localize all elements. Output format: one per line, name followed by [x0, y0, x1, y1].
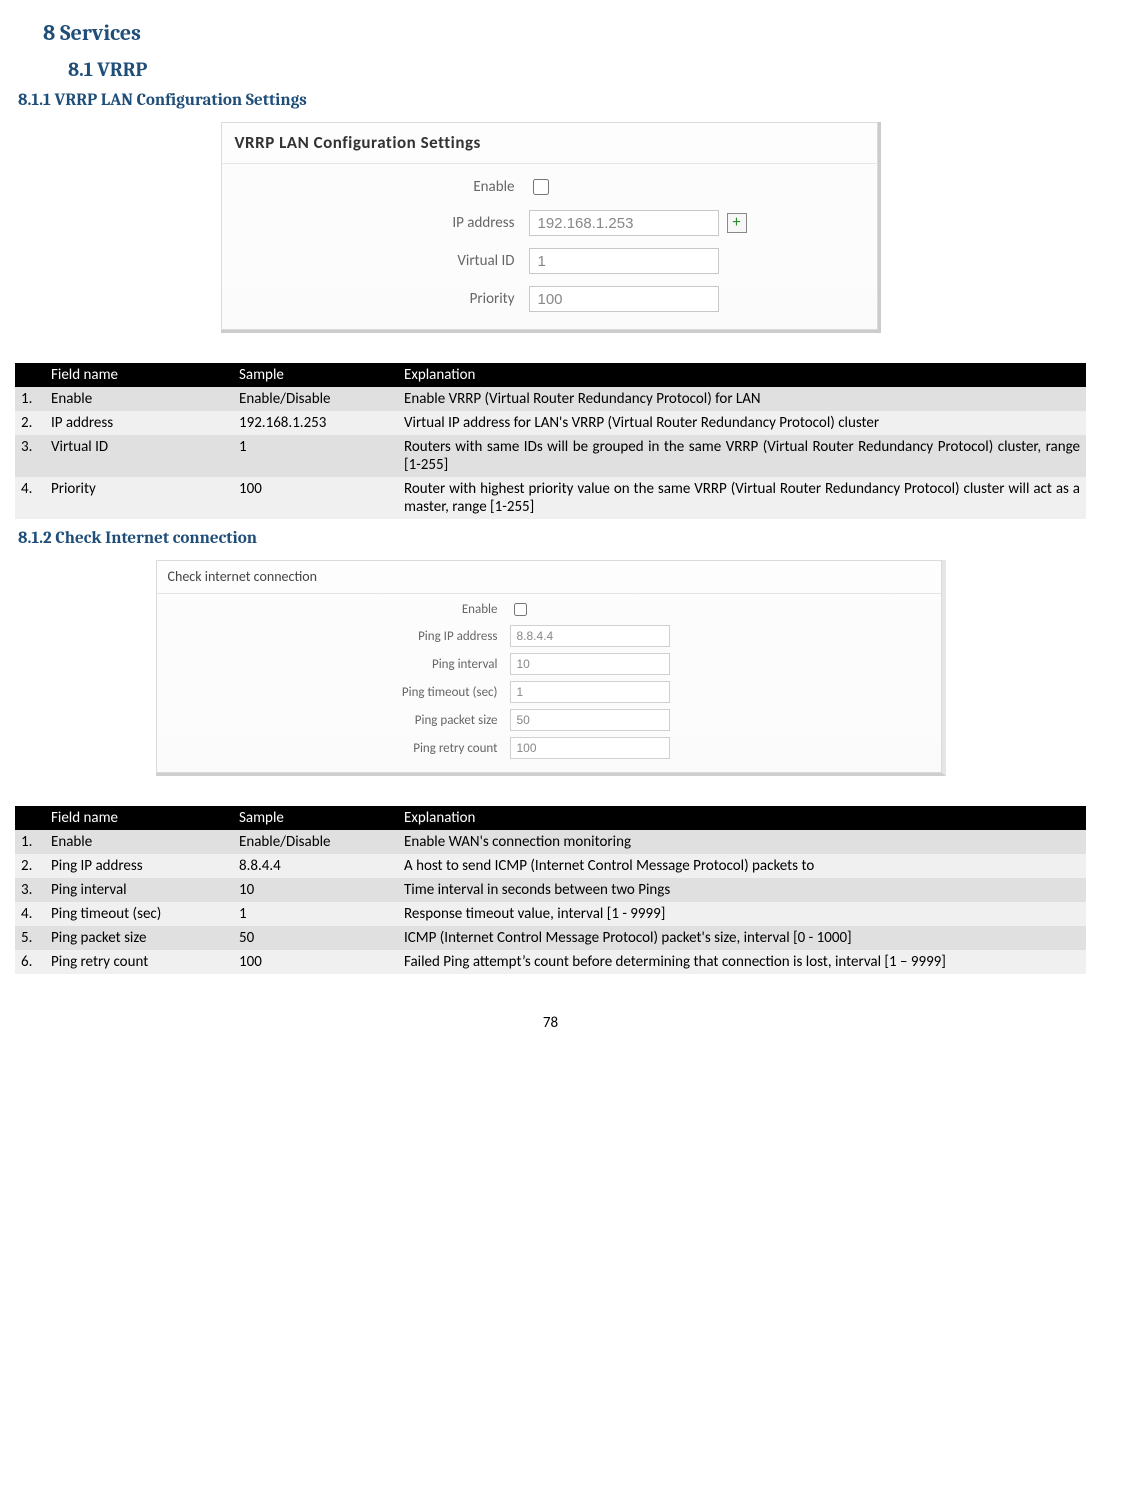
table-cell: 100: [233, 950, 398, 974]
table-cell: Enable/Disable: [233, 830, 398, 854]
table-cell: Priority: [45, 477, 233, 519]
table-cell: 1.: [15, 830, 45, 854]
page-number: 78: [15, 1014, 1086, 1032]
table-cell: Ping retry count: [45, 950, 233, 974]
table-row: 4.Priority100Router with highest priorit…: [15, 477, 1086, 519]
table-cell: 1: [233, 435, 398, 477]
table-cell: 2.: [15, 411, 45, 435]
ping-timeout-input[interactable]: [510, 681, 670, 703]
table-row: 3.Ping interval10Time interval in second…: [15, 878, 1086, 902]
table-row: 1.EnableEnable/DisableEnable WAN's conne…: [15, 830, 1086, 854]
ip-address-label: IP address: [235, 214, 529, 232]
table-row: 5.Ping packet size50ICMP (Internet Contr…: [15, 926, 1086, 950]
table-row: 3.Virtual ID1Routers with same IDs will …: [15, 435, 1086, 477]
table-cell: 100: [233, 477, 398, 519]
col-header-name: Field name: [45, 806, 233, 830]
table-cell: IP address: [45, 411, 233, 435]
table-row: 6.Ping retry count100Failed Ping attempt…: [15, 950, 1086, 974]
ip-address-input[interactable]: [529, 210, 719, 236]
check-internet-panel: Check internet connection Enable Ping IP…: [156, 560, 946, 776]
check-internet-spec-table: Field name Sample Explanation 1.EnableEn…: [15, 806, 1086, 974]
table-cell: 50: [233, 926, 398, 950]
table-cell: Failed Ping attempt’s count before deter…: [398, 950, 1086, 974]
table-cell: Enable: [45, 387, 233, 411]
vrrp-spec-table: Field name Sample Explanation 1.EnableEn…: [15, 363, 1086, 519]
table-cell: Enable VRRP (Virtual Router Redundancy P…: [398, 387, 1086, 411]
table-cell: 5.: [15, 926, 45, 950]
ping-packet-size-label: Ping packet size: [168, 713, 510, 728]
table-cell: Ping packet size: [45, 926, 233, 950]
col-header-expl: Explanation: [398, 806, 1086, 830]
priority-input[interactable]: [529, 286, 719, 312]
enable-label: Enable: [235, 178, 529, 196]
table-cell: Ping timeout (sec): [45, 902, 233, 926]
table-cell: Response timeout value, interval [1 - 99…: [398, 902, 1086, 926]
table-cell: Time interval in seconds between two Pin…: [398, 878, 1086, 902]
table-cell: 4.: [15, 902, 45, 926]
table-cell: Enable/Disable: [233, 387, 398, 411]
table-cell: Routers with same IDs will be grouped in…: [398, 435, 1086, 477]
table-cell: Virtual IP address for LAN's VRRP (Virtu…: [398, 411, 1086, 435]
table-cell: 10: [233, 878, 398, 902]
table-cell: Enable WAN's connection monitoring: [398, 830, 1086, 854]
table-cell: Virtual ID: [45, 435, 233, 477]
table-cell: 192.168.1.253: [233, 411, 398, 435]
enable-checkbox[interactable]: [514, 603, 527, 616]
ping-retry-input[interactable]: [510, 737, 670, 759]
table-cell: 3.: [15, 878, 45, 902]
table-cell: Ping interval: [45, 878, 233, 902]
ping-ip-label: Ping IP address: [168, 629, 510, 644]
enable-label: Enable: [168, 602, 510, 617]
ping-interval-input[interactable]: [510, 653, 670, 675]
table-cell: 3.: [15, 435, 45, 477]
table-cell: 1.: [15, 387, 45, 411]
panel-title: VRRP LAN Configuration Settings: [221, 122, 878, 164]
col-header-name: Field name: [45, 363, 233, 387]
section-heading-2: 8.1 VRRP: [68, 58, 1086, 81]
section-heading-1: 8 Services: [43, 20, 1086, 46]
table-cell: A host to send ICMP (Internet Control Me…: [398, 854, 1086, 878]
col-header-value: Sample: [233, 363, 398, 387]
table-row: 1.EnableEnable/DisableEnable VRRP (Virtu…: [15, 387, 1086, 411]
col-header-num: [15, 363, 45, 387]
ping-retry-label: Ping retry count: [168, 741, 510, 756]
vrrp-config-panel: VRRP LAN Configuration Settings Enable I…: [221, 122, 881, 333]
section-heading-3a: 8.1.1 VRRP LAN Configuration Settings: [18, 91, 1086, 110]
table-cell: ICMP (Internet Control Message Protocol)…: [398, 926, 1086, 950]
col-header-value: Sample: [233, 806, 398, 830]
virtual-id-input[interactable]: [529, 248, 719, 274]
ping-ip-input[interactable]: [510, 625, 670, 647]
table-row: 2.Ping IP address8.8.4.4A host to send I…: [15, 854, 1086, 878]
table-cell: 2.: [15, 854, 45, 878]
virtual-id-label: Virtual ID: [235, 252, 529, 270]
priority-label: Priority: [235, 290, 529, 308]
add-ip-icon[interactable]: +: [727, 213, 747, 233]
table-cell: Router with highest priority value on th…: [398, 477, 1086, 519]
table-cell: 6.: [15, 950, 45, 974]
table-cell: 1: [233, 902, 398, 926]
table-cell: Ping IP address: [45, 854, 233, 878]
ping-interval-label: Ping interval: [168, 657, 510, 672]
table-cell: 4.: [15, 477, 45, 519]
table-cell: 8.8.4.4: [233, 854, 398, 878]
ping-packet-size-input[interactable]: [510, 709, 670, 731]
ping-timeout-label: Ping timeout (sec): [168, 685, 510, 700]
table-row: 4.Ping timeout (sec)1Response timeout va…: [15, 902, 1086, 926]
col-header-expl: Explanation: [398, 363, 1086, 387]
panel-title: Check internet connection: [156, 560, 942, 594]
table-row: 2.IP address192.168.1.253Virtual IP addr…: [15, 411, 1086, 435]
col-header-num: [15, 806, 45, 830]
section-heading-3b: 8.1.2 Check Internet connection: [18, 529, 1086, 548]
enable-checkbox[interactable]: [533, 179, 549, 195]
table-cell: Enable: [45, 830, 233, 854]
